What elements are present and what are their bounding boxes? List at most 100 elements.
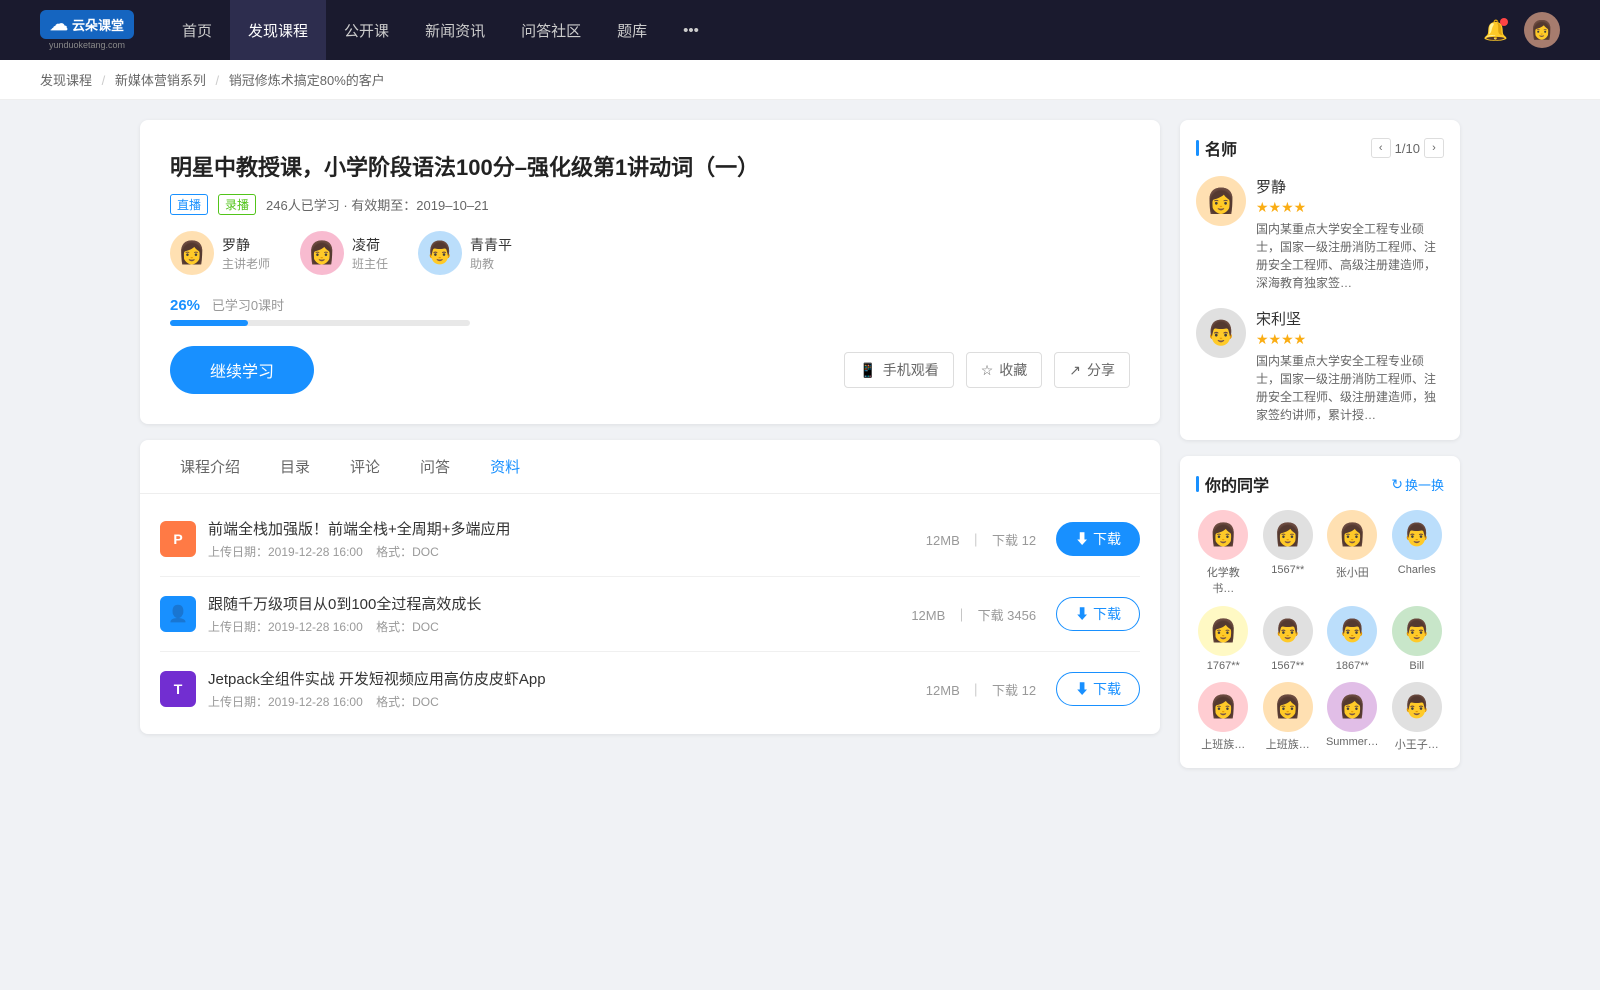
sidebar-teacher-name-0: 罗静: [1256, 176, 1444, 197]
refresh-button[interactable]: ↻ 换一换: [1391, 475, 1444, 494]
logo[interactable]: ☁ 云朵课堂 yunduoketang.com: [40, 10, 134, 50]
classmate-avatar-8: 👩: [1198, 682, 1248, 732]
teacher-role-1: 班主任: [352, 255, 388, 272]
resource-stats-1: 12MB ｜ 下载 3456: [911, 605, 1036, 624]
classmate-8[interactable]: 👩 上班族…: [1196, 682, 1251, 752]
tab-resources[interactable]: 资料: [470, 440, 540, 493]
breadcrumb-item-2[interactable]: 新媒体营销系列: [115, 73, 206, 88]
nav-item-qa[interactable]: 问答社区: [503, 0, 599, 60]
classmate-name-8: 上班族…: [1201, 736, 1245, 752]
teacher-role-2: 助教: [470, 255, 512, 272]
star-icon: ☆: [981, 362, 994, 379]
classmate-name-0: 化学教书…: [1196, 564, 1251, 596]
sidebar-teacher-desc-0: 国内某重点大学安全工程专业硕士，国家一级注册消防工程师、注册安全工程师、高级注册…: [1256, 220, 1444, 292]
teachers-pagination: ‹ 1/10 ›: [1371, 138, 1444, 158]
teachers-title-text: 名师: [1205, 136, 1237, 160]
action-row: 继续学习 📱 手机观看 ☆ 收藏 ↗ 分享: [170, 346, 1130, 394]
resource-stats-2: 12MB ｜ 下载 12: [926, 680, 1036, 699]
classmate-name-9: 上班族…: [1266, 736, 1310, 752]
classmate-name-6: 1867**: [1336, 660, 1369, 672]
teacher-role-0: 主讲老师: [222, 255, 270, 272]
navbar: ☁ 云朵课堂 yunduoketang.com 首页 发现课程 公开课 新闻资讯…: [0, 0, 1600, 60]
nav-item-news[interactable]: 新闻资讯: [407, 0, 503, 60]
classmate-avatar-10: 👩: [1327, 682, 1377, 732]
classmate-3[interactable]: 👨 Charles: [1390, 510, 1445, 596]
classmate-name-3: Charles: [1398, 564, 1436, 576]
classmate-11[interactable]: 👨 小王子…: [1390, 682, 1445, 752]
share-icon: ↗: [1069, 362, 1081, 379]
nav-item-open[interactable]: 公开课: [326, 0, 407, 60]
classmate-5[interactable]: 👨 1567**: [1261, 606, 1316, 672]
nav-item-home[interactable]: 首页: [164, 0, 230, 60]
resource-stats-0: 12MB ｜ 下载 12: [926, 530, 1036, 549]
collect-button[interactable]: ☆ 收藏: [966, 352, 1043, 388]
breadcrumb-sep-2: /: [216, 73, 223, 88]
share-button[interactable]: ↗ 分享: [1054, 352, 1130, 388]
sidebar-teacher-1: 👨 宋利坚 ★★★★ 国内某重点大学安全工程专业硕士，国家一级注册消防工程师、注…: [1196, 308, 1444, 424]
breadcrumb-item-1[interactable]: 发现课程: [40, 73, 92, 88]
teacher-avatar-2: 👨: [418, 231, 462, 275]
classmate-10[interactable]: 👩 Summer…: [1325, 682, 1380, 752]
resource-icon-2: T: [160, 671, 196, 707]
notification-bell[interactable]: 🔔: [1483, 18, 1508, 43]
classmate-9[interactable]: 👩 上班族…: [1261, 682, 1316, 752]
tab-catalog[interactable]: 目录: [260, 440, 330, 493]
classmate-1[interactable]: 👩 1567**: [1261, 510, 1316, 596]
user-avatar[interactable]: 👩: [1524, 12, 1560, 48]
teachers-row: 👩 罗静 主讲老师 👩 凌荷 班主任 👨 青青平: [170, 231, 1130, 275]
teacher-name-0: 罗静: [222, 235, 270, 255]
mobile-view-button[interactable]: 📱 手机观看: [844, 352, 953, 388]
nav-item-discover[interactable]: 发现课程: [230, 0, 326, 60]
resource-title-0: 前端全栈加强版！前端全栈+全周期+多端应用: [208, 518, 926, 539]
prev-page-button[interactable]: ‹: [1371, 138, 1391, 158]
resource-title-2: Jetpack全组件实战 开发短视频应用高仿皮皮虾App: [208, 668, 926, 689]
nav-item-quiz[interactable]: 题库: [599, 0, 665, 60]
breadcrumb: 发现课程 / 新媒体营销系列 / 销冠修炼术搞定80%的客户: [0, 60, 1600, 100]
tab-qa[interactable]: 问答: [400, 440, 470, 493]
progress-section: 26% 已学习0课时: [170, 295, 1130, 326]
next-page-button[interactable]: ›: [1424, 138, 1444, 158]
classmate-avatar-3: 👨: [1392, 510, 1442, 560]
course-meta-row: 直播 录播 246人已学习 · 有效期至：2019–10–21: [170, 194, 1130, 215]
course-card: 明星中教授课，小学阶段语法100分–强化级第1讲动词（一） 直播 录播 246人…: [140, 120, 1160, 424]
classmate-avatar-0: 👩: [1198, 510, 1248, 560]
continue-learning-button[interactable]: 继续学习: [170, 346, 314, 394]
classmate-4[interactable]: 👩 1767**: [1196, 606, 1251, 672]
main-container: 明星中教授课，小学阶段语法100分–强化级第1讲动词（一） 直播 录播 246人…: [100, 100, 1500, 788]
tab-intro[interactable]: 课程介绍: [160, 440, 260, 493]
classmate-avatar-7: 👨: [1392, 606, 1442, 656]
resource-title-1: 跟随千万级项目从0到100全过程高效成长: [208, 593, 911, 614]
classmate-6[interactable]: 👨 1867**: [1325, 606, 1380, 672]
badge-record: 录播: [218, 194, 256, 215]
download-button-2[interactable]: ⬇ 下载: [1056, 672, 1140, 706]
progress-bar-fill: [170, 320, 248, 326]
sidebar-teacher-stars-0: ★★★★: [1256, 199, 1444, 216]
breadcrumb-item-3: 销冠修炼术搞定80%的客户: [229, 73, 385, 88]
classmate-0[interactable]: 👩 化学教书…: [1196, 510, 1251, 596]
classmate-2[interactable]: 👩 张小田: [1325, 510, 1380, 596]
classmate-avatar-5: 👨: [1263, 606, 1313, 656]
classmate-name-7: Bill: [1409, 660, 1424, 672]
breadcrumb-sep-1: /: [102, 73, 109, 88]
mobile-label: 手机观看: [883, 360, 939, 380]
classmates-card: 你的同学 ↻ 换一换 👩 化学教书… 👩 1567** 👩: [1180, 456, 1460, 768]
download-button-0[interactable]: ⬇ 下载: [1056, 522, 1140, 556]
teacher-name-2: 青青平: [470, 235, 512, 255]
collect-label: 收藏: [999, 360, 1027, 380]
classmates-title: 你的同学: [1196, 472, 1269, 496]
download-button-1[interactable]: ⬇ 下载: [1056, 597, 1140, 631]
teachers-sidebar-header: 名师 ‹ 1/10 ›: [1196, 136, 1444, 160]
tabs-card: 课程介绍 目录 评论 问答 资料 P 前端全栈加强版！前端全栈+全周期+多端应用…: [140, 440, 1160, 734]
teacher-avatar-0: 👩: [170, 231, 214, 275]
course-meta-text: 246人已学习 · 有效期至：2019–10–21: [266, 195, 489, 214]
refresh-label: 换一换: [1405, 475, 1444, 494]
classmate-7[interactable]: 👨 Bill: [1390, 606, 1445, 672]
sidebar-teacher-stars-1: ★★★★: [1256, 331, 1444, 348]
resource-meta-1: 上传日期：2019-12-28 16:00 格式：DOC: [208, 618, 911, 635]
nav-item-more[interactable]: •••: [665, 0, 717, 60]
badge-live: 直播: [170, 194, 208, 215]
content-left: 明星中教授课，小学阶段语法100分–强化级第1讲动词（一） 直播 录播 246人…: [140, 120, 1160, 768]
classmate-name-2: 张小田: [1336, 564, 1369, 580]
classmate-avatar-4: 👩: [1198, 606, 1248, 656]
tab-review[interactable]: 评论: [330, 440, 400, 493]
